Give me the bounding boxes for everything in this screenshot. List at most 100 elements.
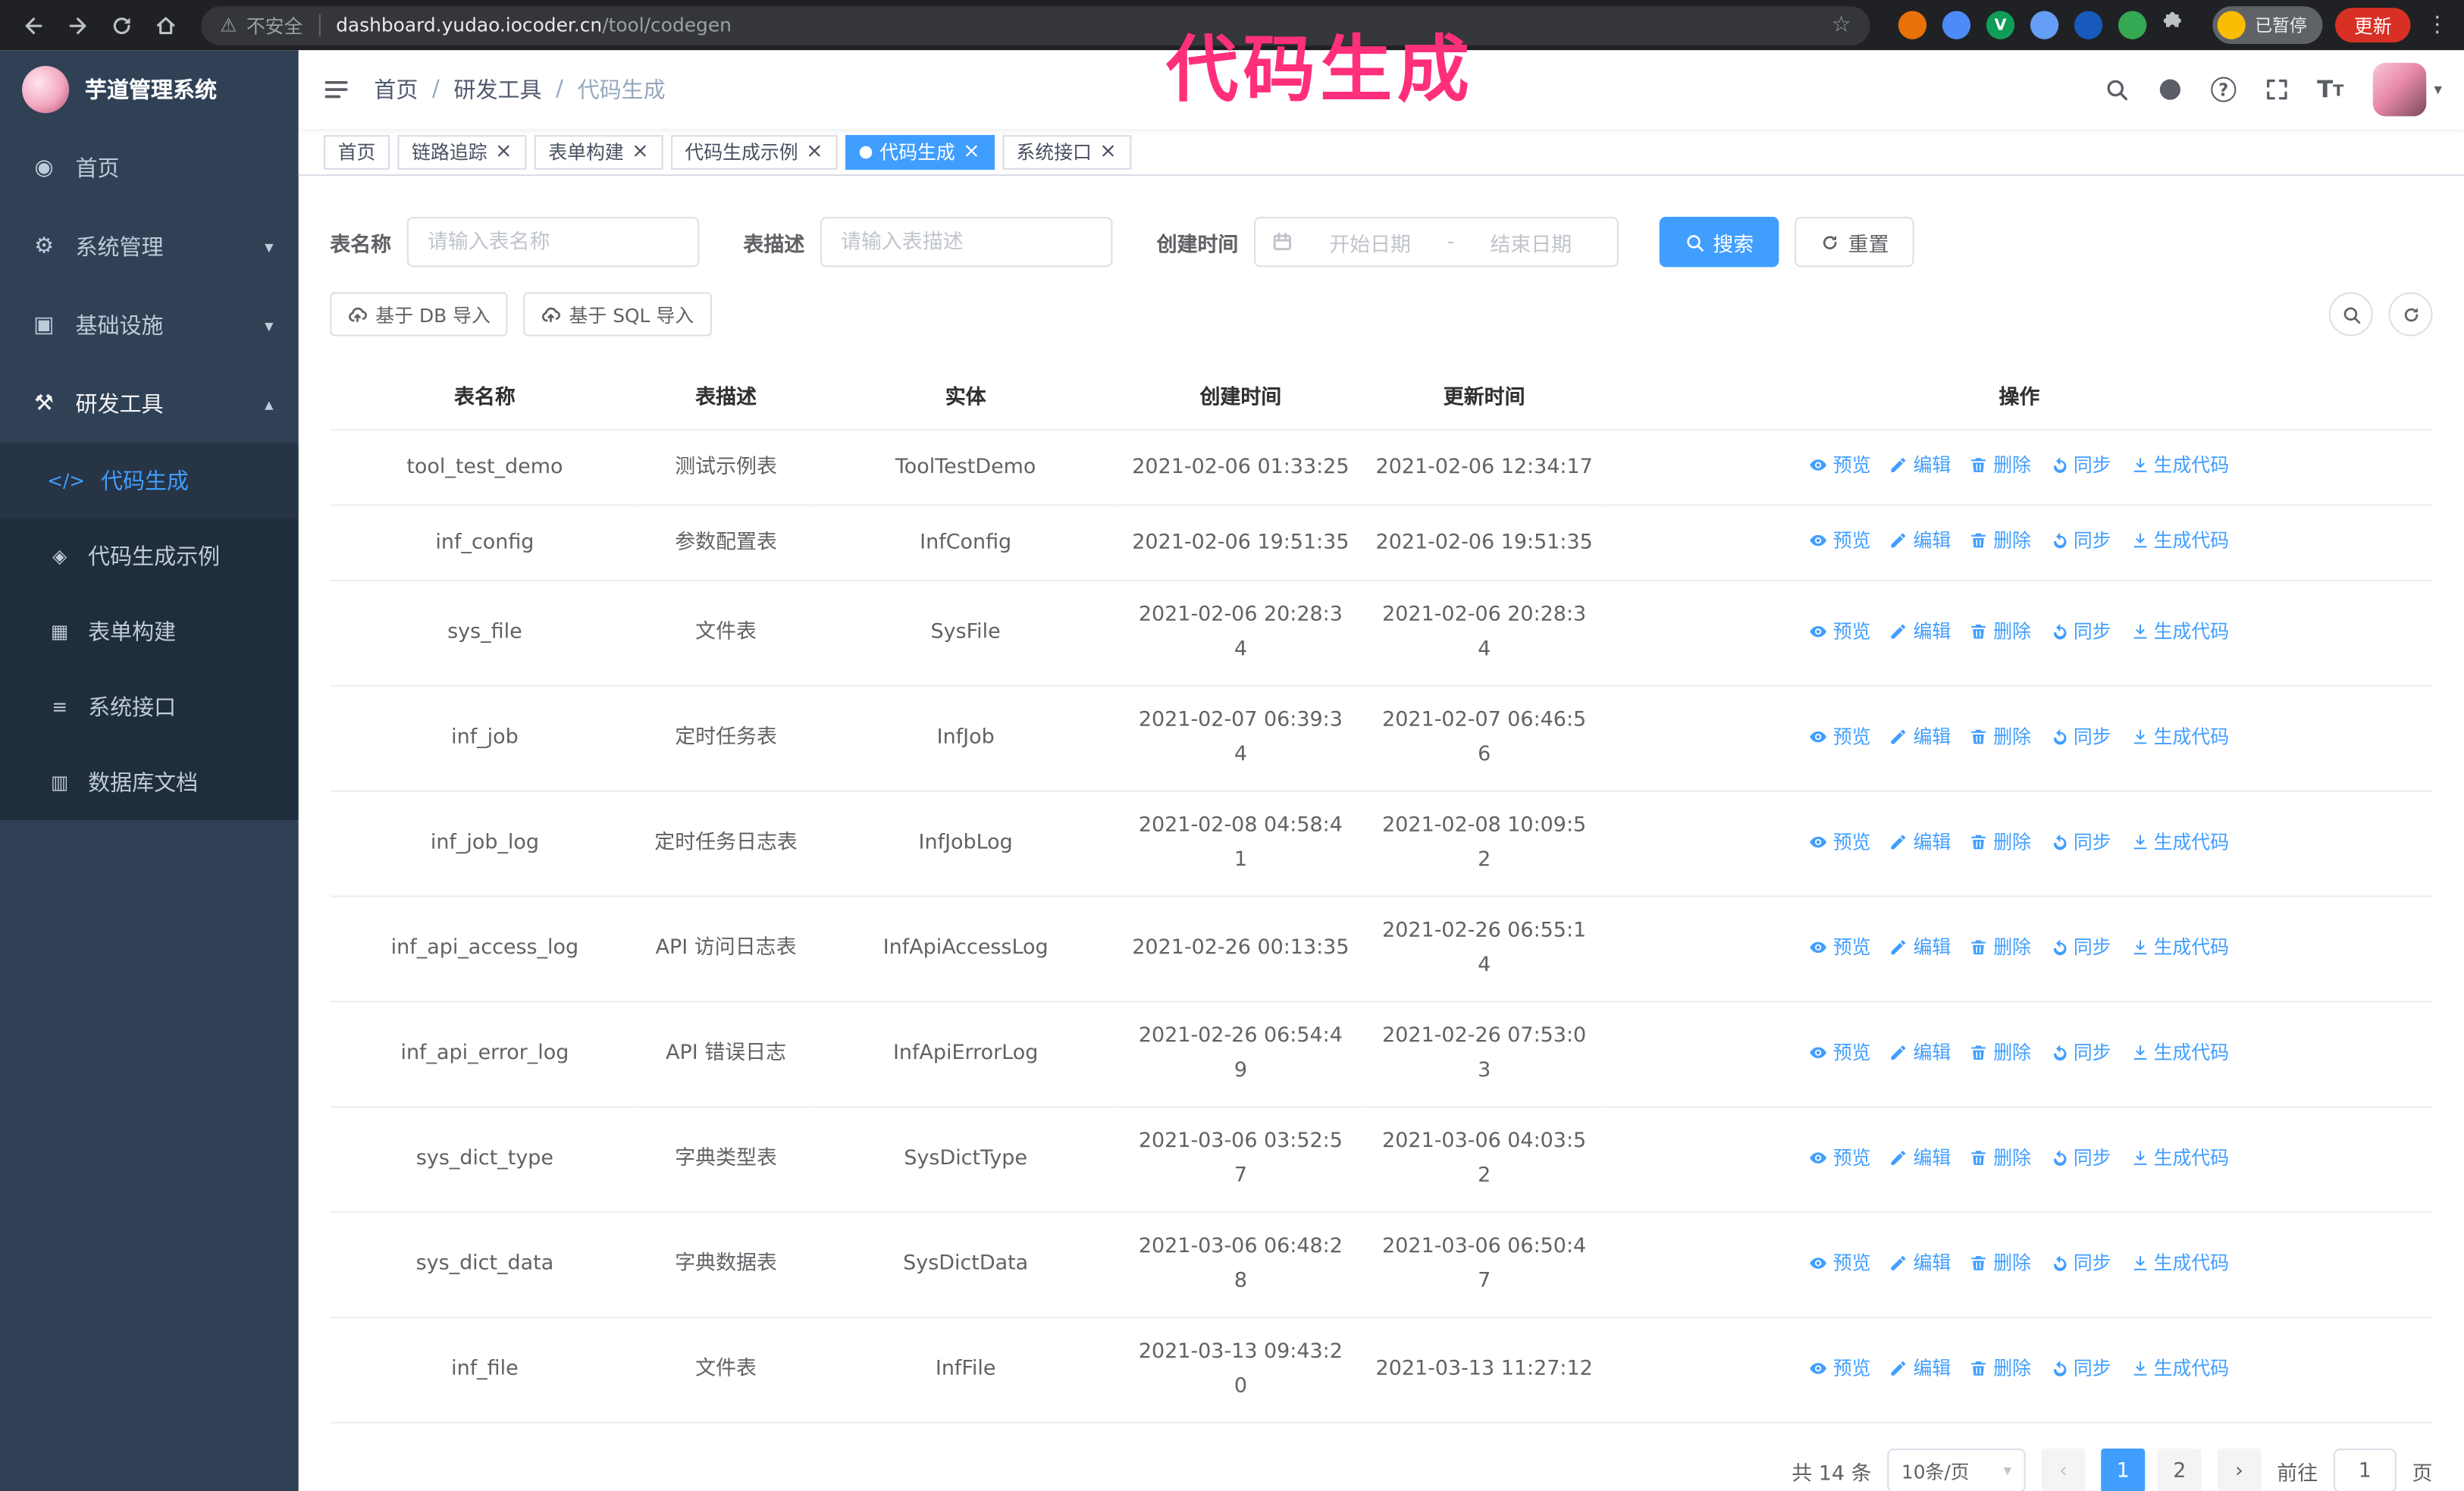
table-desc-input[interactable] xyxy=(820,217,1113,268)
delete-link[interactable]: 删除 xyxy=(1970,719,2031,753)
delete-link[interactable]: 删除 xyxy=(1970,1140,2031,1175)
page-button-2[interactable]: 2 xyxy=(2157,1449,2202,1491)
refresh-table-button[interactable] xyxy=(2388,292,2433,337)
extension-icon-3[interactable]: V xyxy=(1986,11,2015,39)
sync-link[interactable]: 同步 xyxy=(2050,448,2111,483)
delete-link[interactable]: 删除 xyxy=(1970,1035,2031,1070)
generate-code-link[interactable]: 生成代码 xyxy=(2130,523,2229,558)
tab-1[interactable]: 首页 xyxy=(323,134,390,169)
sync-link[interactable]: 同步 xyxy=(2050,824,2111,859)
sidebar-item-code-generation[interactable]: </> 代码生成 xyxy=(0,443,299,518)
header-search-button[interactable] xyxy=(2093,66,2140,113)
sidebar-item-system-management[interactable]: ⚙ 系统管理 ▾ xyxy=(0,208,299,287)
generate-code-link[interactable]: 生成代码 xyxy=(2130,929,2229,964)
close-icon[interactable]: × xyxy=(963,142,980,162)
edit-link[interactable]: 编辑 xyxy=(1889,613,1951,648)
sidebar-item-home[interactable]: ◉ 首页 xyxy=(0,129,299,208)
breadcrumb-dev-tools[interactable]: 研发工具 xyxy=(453,74,541,105)
search-button[interactable]: 搜索 xyxy=(1659,217,1779,268)
extension-icon-1[interactable] xyxy=(1898,11,1927,39)
preview-link[interactable]: 预览 xyxy=(1810,719,1870,753)
sidebar-logo[interactable]: 芋道管理系统 xyxy=(0,50,299,129)
extensions-puzzle-icon[interactable] xyxy=(2162,9,2187,40)
delete-link[interactable]: 删除 xyxy=(1970,1245,2031,1280)
sync-link[interactable]: 同步 xyxy=(2050,1245,2111,1280)
edit-link[interactable]: 编辑 xyxy=(1889,1140,1951,1175)
sync-link[interactable]: 同步 xyxy=(2050,1350,2111,1385)
tab-2[interactable]: 链路追踪 × xyxy=(397,134,527,169)
generate-code-link[interactable]: 生成代码 xyxy=(2130,824,2229,859)
tab-6[interactable]: 系统接口 × xyxy=(1002,134,1131,169)
generate-code-link[interactable]: 生成代码 xyxy=(2130,1350,2229,1385)
generate-code-link[interactable]: 生成代码 xyxy=(2130,613,2229,648)
avatar-dropdown[interactable]: ▾ xyxy=(2372,62,2442,117)
delete-link[interactable]: 删除 xyxy=(1970,1350,2031,1385)
browser-profile-chip[interactable]: 已暂停 xyxy=(2212,6,2323,45)
help-button[interactable]: ? xyxy=(2200,66,2247,113)
import-db-button[interactable]: 基于 DB 导入 xyxy=(330,292,508,337)
tab-4[interactable]: 代码生成示例 × xyxy=(670,134,838,169)
sidebar-item-code-generation-example[interactable]: ◈ 代码生成示例 xyxy=(0,518,299,594)
browser-reload-button[interactable] xyxy=(101,5,142,45)
browser-back-button[interactable] xyxy=(13,5,54,45)
edit-link[interactable]: 编辑 xyxy=(1889,1245,1951,1280)
github-link[interactable] xyxy=(2146,66,2193,113)
preview-link[interactable]: 预览 xyxy=(1810,1035,1870,1070)
preview-link[interactable]: 预览 xyxy=(1810,1245,1870,1280)
browser-forward-button[interactable] xyxy=(57,5,98,45)
sync-link[interactable]: 同步 xyxy=(2050,613,2111,648)
browser-update-button[interactable]: 更新 xyxy=(2334,8,2411,42)
extension-icon-2[interactable] xyxy=(1942,11,1971,39)
edit-link[interactable]: 编辑 xyxy=(1889,824,1951,859)
delete-link[interactable]: 删除 xyxy=(1970,929,2031,964)
close-icon[interactable]: × xyxy=(806,142,823,162)
generate-code-link[interactable]: 生成代码 xyxy=(2130,1035,2229,1070)
breadcrumb-home[interactable]: 首页 xyxy=(374,74,418,105)
sync-link[interactable]: 同步 xyxy=(2050,719,2111,753)
edit-link[interactable]: 编辑 xyxy=(1889,1350,1951,1385)
extension-icon-5[interactable] xyxy=(2074,11,2103,39)
delete-link[interactable]: 删除 xyxy=(1970,613,2031,648)
preview-link[interactable]: 预览 xyxy=(1810,824,1870,859)
page-size-select[interactable]: 10条/页 ▾ xyxy=(1887,1449,2026,1491)
preview-link[interactable]: 预览 xyxy=(1810,1140,1870,1175)
sidebar-toggle-button[interactable] xyxy=(299,75,374,103)
goto-page-input[interactable] xyxy=(2333,1449,2397,1491)
security-status[interactable]: ⚠ 不安全 xyxy=(220,12,303,39)
sidebar-item-infrastructure[interactable]: ▣ 基础设施 ▾ xyxy=(0,286,299,365)
toggle-search-button[interactable] xyxy=(2328,292,2373,337)
reset-button[interactable]: 重置 xyxy=(1795,217,1914,268)
sync-link[interactable]: 同步 xyxy=(2050,1035,2111,1070)
close-icon[interactable]: × xyxy=(495,142,513,162)
edit-link[interactable]: 编辑 xyxy=(1889,929,1951,964)
extension-icon-4[interactable] xyxy=(2030,11,2059,39)
sidebar-item-system-api[interactable]: ≡ 系统接口 xyxy=(0,669,299,744)
preview-link[interactable]: 预览 xyxy=(1810,929,1870,964)
browser-home-button[interactable] xyxy=(145,5,186,45)
table-name-input[interactable] xyxy=(406,217,700,268)
date-range-picker[interactable]: 开始日期 - 结束日期 xyxy=(1254,217,1619,268)
fullscreen-button[interactable] xyxy=(2253,66,2300,113)
next-page-button[interactable]: › xyxy=(2217,1449,2262,1491)
delete-link[interactable]: 删除 xyxy=(1970,448,2031,483)
end-date-placeholder[interactable]: 结束日期 xyxy=(1460,227,1601,257)
start-date-placeholder[interactable]: 开始日期 xyxy=(1299,227,1440,257)
preview-link[interactable]: 预览 xyxy=(1810,448,1870,483)
edit-link[interactable]: 编辑 xyxy=(1889,719,1951,753)
preview-link[interactable]: 预览 xyxy=(1810,523,1870,558)
sidebar-item-form-builder[interactable]: ▦ 表单构建 xyxy=(0,594,299,669)
extension-icon-6[interactable] xyxy=(2118,11,2147,39)
generate-code-link[interactable]: 生成代码 xyxy=(2130,1245,2229,1280)
preview-link[interactable]: 预览 xyxy=(1810,613,1870,648)
tab-5[interactable]: 代码生成 × xyxy=(845,134,995,169)
close-icon[interactable]: × xyxy=(1099,142,1117,162)
sync-link[interactable]: 同步 xyxy=(2050,929,2111,964)
edit-link[interactable]: 编辑 xyxy=(1889,448,1951,483)
page-button-1[interactable]: 1 xyxy=(2101,1449,2146,1491)
edit-link[interactable]: 编辑 xyxy=(1889,1035,1951,1070)
sync-link[interactable]: 同步 xyxy=(2050,1140,2111,1175)
address-bar[interactable]: ⚠ 不安全 dashboard.yudao.iocoder.cn/tool/co… xyxy=(201,5,1870,45)
sidebar-item-database-doc[interactable]: ▥ 数据库文档 xyxy=(0,744,299,819)
prev-page-button[interactable]: ‹ xyxy=(2041,1449,2086,1491)
sidebar-item-dev-tools[interactable]: ⚒ 研发工具 ▴ xyxy=(0,365,299,443)
